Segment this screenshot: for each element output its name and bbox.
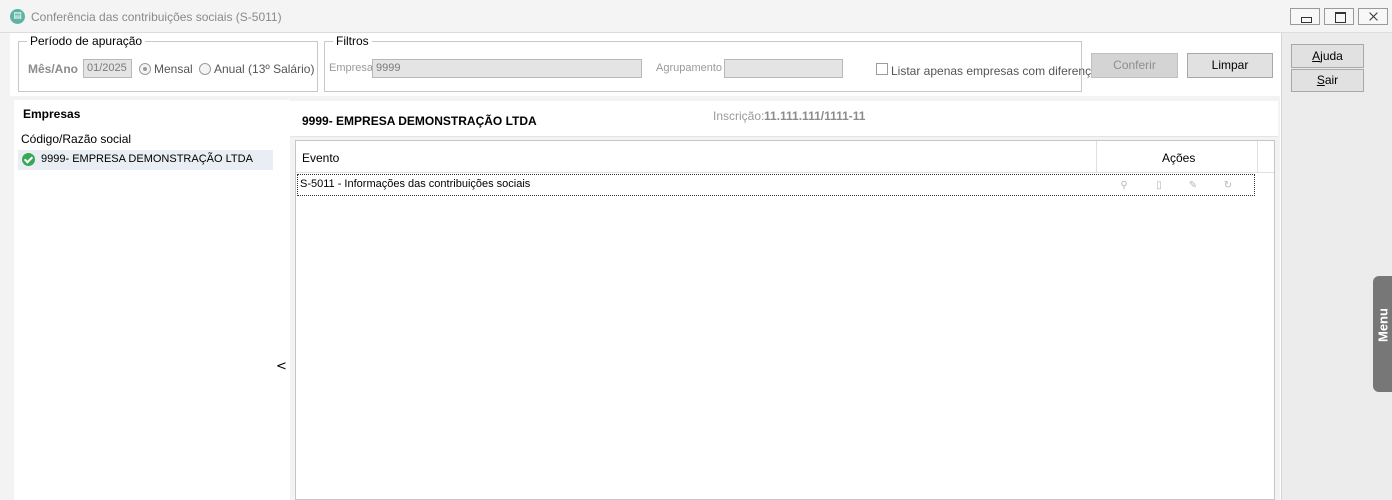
table-row[interactable]: S-5011 - Informações das contribuições s… — [297, 174, 1255, 196]
agrupamento-input[interactable] — [724, 59, 843, 78]
column-header-acoes[interactable]: Ações — [1162, 151, 1195, 165]
mensal-label: Mensal — [154, 62, 193, 76]
empresa-list-item[interactable]: 9999- EMPRESA DEMONSTRAÇÃO LTDA — [18, 150, 273, 170]
limpar-button[interactable]: Limpar — [1187, 53, 1273, 78]
column-divider — [1096, 141, 1097, 173]
check-circle-icon — [22, 153, 35, 166]
sair-label: air — [1324, 73, 1339, 87]
listar-diferenca-label: Listar apenas empresas com diferença — [891, 64, 1098, 78]
ajuda-label: juda — [1320, 49, 1343, 63]
maximize-button[interactable] — [1324, 8, 1354, 25]
empresa-item-label: 9999- EMPRESA DEMONSTRAÇÃO LTDA — [41, 153, 253, 165]
mensal-radio[interactable] — [139, 63, 151, 75]
right-button-panel — [1281, 33, 1392, 500]
codigo-razao-label: Código/Razão social — [21, 132, 132, 146]
inscricao-value: 11.111.111/1111-11 — [764, 109, 866, 123]
refresh-icon[interactable]: ↻ — [1222, 180, 1234, 192]
inscricao-label: Inscrição: — [713, 109, 765, 123]
app-icon: ▤ — [10, 9, 25, 24]
agrupamento-label: Agrupamento — [656, 62, 723, 74]
grid-header: Evento Ações — [296, 141, 1274, 173]
mes-ano-input[interactable]: 01/2025 — [83, 59, 132, 78]
ajuda-button[interactable]: Ajuda — [1291, 44, 1364, 68]
collapse-panel-button[interactable]: < — [276, 359, 287, 374]
close-button[interactable] — [1358, 8, 1388, 25]
empresa-input[interactable]: 9999 — [372, 59, 642, 78]
periodo-legend: Período de apuração — [30, 34, 143, 48]
sair-mnemonic: S — [1316, 73, 1325, 87]
column-divider — [1257, 141, 1258, 173]
empresas-title: Empresas — [23, 107, 81, 121]
minimize-button[interactable] — [1290, 8, 1320, 25]
document-icon[interactable]: ▯ — [1153, 180, 1165, 192]
mes-ano-label: Mês/Ano — [28, 62, 79, 76]
company-title: 9999- EMPRESA DEMONSTRAÇÃO LTDA — [302, 114, 537, 128]
listar-diferenca-checkbox[interactable] — [876, 63, 888, 75]
window-title: Conferência das contribuições sociais (S… — [31, 10, 282, 24]
conferir-button[interactable]: Conferir — [1091, 53, 1178, 78]
evento-cell: S-5011 - Informações das contribuições s… — [300, 178, 531, 190]
ajuda-mnemonic: A — [1312, 49, 1321, 63]
sair-button[interactable]: Sair — [1291, 69, 1364, 92]
search-icon[interactable]: ⚲ — [1118, 180, 1130, 192]
anual-label: Anual (13º Salário) — [214, 62, 315, 76]
column-header-evento[interactable]: Evento — [302, 151, 339, 165]
filtros-legend: Filtros — [336, 34, 369, 48]
title-bar: ▤ Conferência das contribuições sociais … — [0, 0, 1392, 33]
side-menu-label: Menu — [1375, 308, 1391, 342]
eventos-grid: Evento Ações S-5011 - Informações das co… — [295, 140, 1275, 500]
anual-radio[interactable] — [199, 63, 211, 75]
empresa-label: Empresa — [329, 62, 374, 74]
edit-icon[interactable]: ✎ — [1187, 180, 1199, 192]
